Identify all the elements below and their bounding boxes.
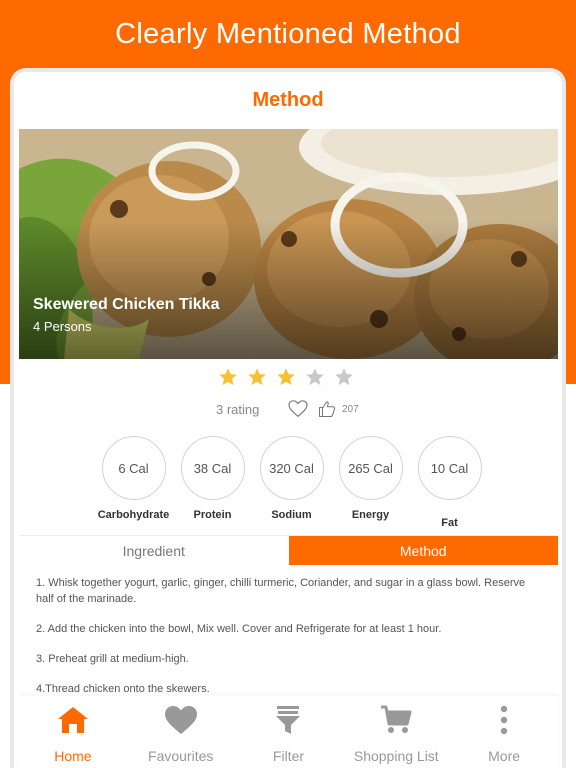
heart-icon (164, 706, 197, 734)
nutrient-item: 320 Cal Sodium (252, 436, 331, 529)
favourite-heart-icon[interactable] (288, 400, 308, 418)
rating-text: 3 rating (216, 401, 260, 417)
home-icon (57, 707, 88, 733)
nutrient-label: Protein (193, 509, 232, 521)
recipe-image: Skewered Chicken Tikka 4 Persons (19, 129, 558, 359)
nutrient-item: 38 Cal Protein (173, 436, 252, 529)
method-step: 2. Add the chicken into the bowl, Mix we… (36, 623, 442, 635)
star-empty-icon[interactable] (334, 367, 354, 387)
nutrient-value: 320 Cal (259, 436, 324, 500)
nav-item-shopping-list[interactable]: Shopping List (342, 696, 450, 768)
filter-icon (276, 706, 301, 734)
recipe-tabs: Ingredient Method (19, 535, 558, 565)
method-steps: 1. Whisk together yogurt, garlic, ginger… (36, 575, 536, 711)
rating-row: 3 rating 207 (216, 400, 359, 418)
cart-icon (381, 705, 412, 733)
nutrient-item: 10 Cal Fat (410, 436, 489, 529)
nav-label: Filter (272, 748, 305, 764)
nutrient-item: 265 Cal Energy (331, 436, 410, 529)
recipe-card: Method Skewered Chicken Tikka 4 Persons … (14, 72, 562, 768)
recipe-servings: 4 Persons (33, 319, 92, 334)
star-empty-icon[interactable] (305, 367, 325, 387)
star-filled-icon[interactable] (276, 367, 296, 387)
likes-count: 207 (342, 403, 359, 415)
star-filled-icon[interactable] (218, 367, 238, 387)
nutrient-value: 6 Cal (101, 436, 166, 500)
method-step: 4.Thread chicken onto the skewers. (36, 683, 210, 695)
nutrient-label: Carbohydrate (97, 509, 170, 521)
page-title: Method (252, 89, 324, 111)
nutrient-label: Energy (351, 509, 390, 521)
tab-ingredient[interactable]: Ingredient (19, 536, 289, 565)
nutrient-value: 265 Cal (338, 436, 403, 500)
star-filled-icon[interactable] (247, 367, 267, 387)
nav-label: Shopping List (353, 748, 439, 764)
method-step: 3. Preheat grill at medium-high. (36, 653, 189, 665)
card-header: Method (14, 72, 562, 129)
nav-item-filter[interactable]: Filter (235, 696, 343, 768)
bottom-navigation: Home Favourites Filter Shopping List More (19, 696, 558, 768)
method-step: 1. Whisk together yogurt, garlic, ginger… (36, 577, 526, 605)
tab-method[interactable]: Method (288, 536, 558, 565)
nav-label: Home (54, 748, 92, 764)
recipe-title: Skewered Chicken Tikka (33, 296, 220, 313)
nav-item-favourites[interactable]: Favourites (127, 696, 235, 768)
nutrition-list: 6 Cal Carbohydrate 38 Cal Protein 320 Cal Sod… (94, 436, 489, 529)
thumbs-up-icon[interactable] (318, 400, 336, 418)
nutrient-label: Sodium (271, 509, 312, 521)
image-overlay (19, 129, 558, 359)
nutrient-value: 38 Cal (180, 436, 245, 500)
nutrient-value: 10 Cal (417, 436, 482, 500)
nav-label: Favourites (148, 748, 214, 764)
nav-label: More (488, 748, 521, 764)
promo-title: Clearly Mentioned Method (115, 18, 461, 50)
star-rating[interactable] (218, 367, 354, 387)
nutrient-item: 6 Cal Carbohydrate (94, 436, 173, 529)
nav-item-more[interactable]: More (450, 696, 558, 768)
nutrient-label: Fat (441, 517, 458, 529)
more-vertical-icon (500, 705, 508, 735)
nav-item-home[interactable]: Home (19, 696, 127, 768)
